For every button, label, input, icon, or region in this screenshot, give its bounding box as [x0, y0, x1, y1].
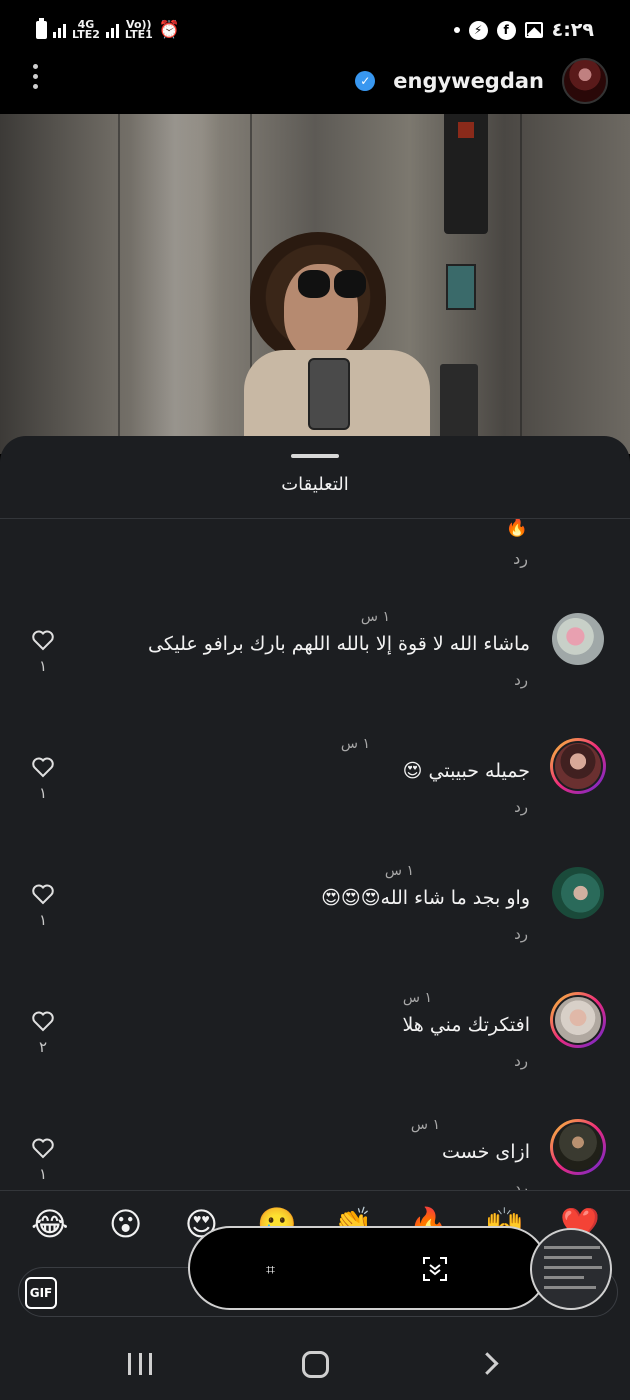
recents-button[interactable]: [128, 1353, 152, 1375]
signal-1-icon: [53, 22, 66, 38]
sheet-drag-handle[interactable]: [291, 454, 339, 458]
author-username[interactable]: engywegdan: [393, 69, 544, 93]
commenter-avatar[interactable]: [550, 865, 606, 921]
sunglasses: [298, 270, 372, 300]
comment-time: ١ س: [410, 1117, 440, 1133]
gif-button[interactable]: GIF: [25, 1277, 57, 1309]
back-button[interactable]: [475, 1352, 499, 1375]
screenshot-toolbar: ⌗: [188, 1226, 548, 1310]
commenter-avatar[interactable]: [550, 1119, 606, 1175]
network-1-label: LTE2: [72, 28, 100, 41]
post-photo[interactable]: [0, 114, 630, 454]
like-count: ١: [38, 911, 48, 929]
comments-list[interactable]: 🔥 رد ١ س ماشاء الله لا قوة إلا بالله الل…: [0, 519, 630, 1191]
heart-icon[interactable]: [31, 756, 55, 778]
partial-comment-emoji: 🔥: [505, 519, 528, 538]
like-count: ٢: [38, 1038, 48, 1056]
heart-icon[interactable]: [31, 1010, 55, 1032]
emoji-laugh[interactable]: 😂: [28, 1205, 72, 1255]
alarm-icon: ⏰: [158, 20, 180, 40]
comment-item: ١ س جميله حبيبتي 😍 رد ١: [0, 736, 630, 856]
commenter-avatar[interactable]: [550, 611, 606, 667]
comment-text: واو بجد ما شاء الله😍😍😍: [321, 887, 530, 909]
heart-icon[interactable]: [31, 883, 55, 905]
comment-time: ١ س: [402, 990, 432, 1006]
system-nav-bar: [0, 1326, 630, 1400]
like-button[interactable]: ١: [30, 756, 56, 802]
elevator-sign: [446, 264, 476, 310]
reply-button[interactable]: رد: [514, 1052, 528, 1070]
messenger-icon: ⚡: [468, 20, 488, 40]
heart-icon[interactable]: [31, 1137, 55, 1159]
comment-time: ١ س: [340, 736, 370, 752]
notification-dot-icon: [453, 27, 460, 33]
like-count: ١: [38, 1165, 48, 1183]
phone-in-hand: [308, 358, 350, 430]
network-1: 4G LTE2: [72, 19, 100, 41]
comment-item: ١ س واو بجد ما شاء الله😍😍😍 رد ١: [0, 863, 630, 983]
clock: ٤:٢٩: [551, 19, 594, 41]
post-author[interactable]: ✓ engywegdan: [355, 58, 608, 104]
status-bar: 4G LTE2 Vo)) LTE1 ⏰ ⚡ f ٤:٢٩: [0, 0, 630, 58]
more-options-icon[interactable]: [31, 64, 39, 89]
like-button[interactable]: ٢: [30, 1010, 56, 1056]
verified-badge-icon: ✓: [355, 71, 376, 91]
elevator-display: [444, 114, 488, 234]
network-2-label: LTE1: [124, 28, 153, 41]
partial-comment-reply-button[interactable]: رد: [513, 549, 528, 568]
comment-item: ١ س ماشاء الله لا قوة إلا بالله اللهم با…: [0, 609, 630, 729]
like-button[interactable]: ١: [30, 1137, 56, 1183]
comment-text: افتكرتك مني هلا: [402, 1014, 530, 1036]
emoji-surprised[interactable]: 😮: [104, 1205, 148, 1255]
like-count: ١: [38, 657, 48, 675]
status-right: ⚡ f ٤:٢٩: [453, 19, 594, 41]
comment-text: جميله حبيبتي 😍: [402, 760, 530, 782]
reply-button[interactable]: رد: [514, 925, 528, 943]
crop-icon[interactable]: ⌗: [266, 1260, 275, 1280]
comment-time: ١ س: [384, 863, 414, 879]
like-count: ١: [38, 784, 48, 802]
comment-text: ماشاء الله لا قوة إلا بالله اللهم بارك ب…: [148, 633, 530, 655]
gallery-icon: [524, 22, 543, 38]
home-button[interactable]: [302, 1351, 329, 1378]
battery-icon: [36, 18, 47, 39]
sheet-title: التعليقات: [281, 474, 349, 495]
commenter-avatar[interactable]: [550, 738, 606, 794]
screenshot-thumbnail[interactable]: [530, 1228, 612, 1310]
like-button[interactable]: ١: [30, 629, 56, 675]
heart-icon[interactable]: [31, 629, 55, 651]
elevator-keypad: [440, 364, 478, 440]
comment-item: ١ س ازاى خست رد ١: [0, 1117, 630, 1191]
author-avatar[interactable]: [562, 58, 608, 104]
scroll-capture-icon[interactable]: [422, 1256, 448, 1282]
reply-button[interactable]: رد: [514, 671, 528, 689]
reply-button[interactable]: رد: [514, 798, 528, 816]
comment-item: ١ س افتكرتك مني هلا رد ٢: [0, 990, 630, 1110]
signal-2-icon: [105, 22, 119, 38]
status-left: 4G LTE2 Vo)) LTE1 ⏰: [36, 18, 180, 41]
comment-text: ازاى خست: [442, 1141, 530, 1163]
comment-time: ١ س: [360, 609, 390, 625]
facebook-icon: f: [496, 20, 516, 40]
network-2: Vo)) LTE1: [124, 19, 153, 41]
commenter-avatar[interactable]: [550, 992, 606, 1048]
post-header: ✓ engywegdan: [0, 58, 630, 114]
like-button[interactable]: ١: [30, 883, 56, 929]
